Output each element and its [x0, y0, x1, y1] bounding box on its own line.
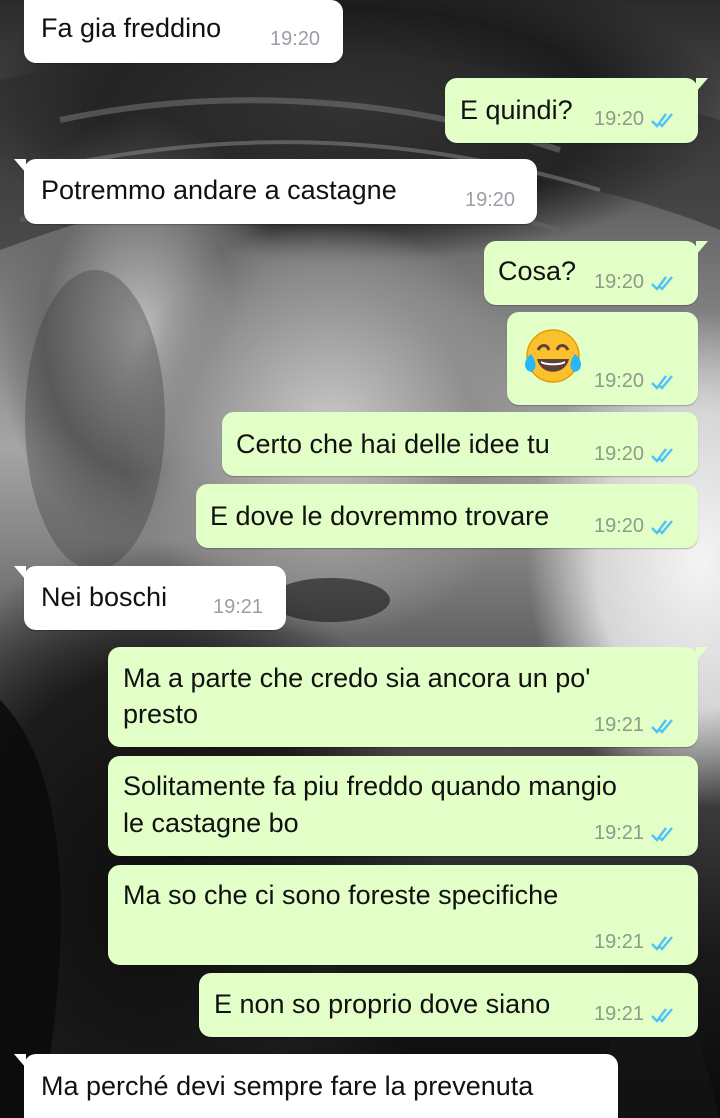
bubble-tail — [696, 647, 708, 661]
bubble-tail — [14, 159, 26, 173]
message-meta: 19:20 — [594, 515, 676, 538]
double-check-icon — [651, 447, 673, 463]
message-text: E dove le dovremmo trovare — [210, 501, 550, 531]
double-check-icon — [651, 112, 673, 128]
message-bubble-outgoing[interactable]: E dove le dovremmo trovare 19:20 — [196, 484, 698, 548]
message-meta: 19:20 — [594, 370, 676, 393]
message-timestamp: 19:21 — [594, 1003, 645, 1025]
face-with-tears-of-joy-icon — [525, 329, 581, 383]
message-meta: 19:20 — [594, 443, 676, 466]
message-meta: 19:21 — [594, 931, 676, 954]
message-text: Ma perché devi sempre fare la prevenuta — [41, 1071, 534, 1101]
message-bubble-outgoing[interactable]: Ma a parte che credo sia ancora un po' p… — [108, 647, 708, 747]
message-bubble-outgoing[interactable]: Cosa? 19:20 — [484, 241, 708, 305]
double-check-icon — [651, 718, 673, 734]
message-text: Potremmo andare a castagne — [41, 175, 397, 205]
message-text: E quindi? — [460, 95, 573, 125]
message-bubble-outgoing[interactable]: E quindi? 19:20 — [445, 78, 708, 143]
message-text-line-2: le castagne bo — [123, 808, 299, 838]
message-text: Nei boschi — [41, 582, 168, 612]
message-bubble-outgoing[interactable]: 19:20 — [507, 312, 698, 405]
double-check-icon — [651, 275, 673, 291]
message-text: Certo che hai delle idee tu — [236, 429, 550, 459]
message-meta: 19:21 — [594, 714, 676, 737]
message-bubble-incoming[interactable]: Fa gia freddino 19:20 — [24, 0, 343, 63]
message-bubble-outgoing[interactable]: Ma so che ci sono foreste specifiche 19:… — [108, 865, 698, 965]
double-check-icon — [651, 519, 673, 535]
message-text: Ma so che ci sono foreste specifiche — [123, 880, 559, 910]
message-meta: 19:21 — [594, 1003, 676, 1026]
message-text: Cosa? — [498, 256, 577, 286]
message-timestamp: 19:21 — [213, 596, 264, 618]
message-text: E non so proprio dove siano — [214, 989, 551, 1019]
bubble-tail — [14, 1054, 26, 1068]
message-timestamp: 19:20 — [465, 189, 516, 211]
message-timestamp: 19:20 — [594, 370, 645, 392]
message-meta: 19:20 — [594, 108, 676, 131]
bubble-tail — [696, 241, 708, 255]
message-bubble-outgoing[interactable]: Certo che hai delle idee tu 19:20 — [222, 412, 698, 476]
message-meta: 19:20 — [594, 271, 676, 294]
message-text-line-1: Solitamente fa piu freddo quando mangio — [123, 771, 617, 801]
message-timestamp: 19:20 — [594, 108, 645, 130]
double-check-icon — [651, 1007, 673, 1023]
message-timestamp: 19:21 — [594, 714, 645, 736]
message-text: Fa gia freddino — [41, 13, 222, 43]
message-timestamp: 19:20 — [594, 515, 645, 537]
message-bubble-outgoing[interactable]: Solitamente fa piu freddo quando mangio … — [108, 756, 698, 856]
message-timestamp: 19:20 — [270, 28, 321, 50]
message-meta: 19:21 — [594, 822, 676, 845]
message-text-line-1: Ma a parte che credo sia ancora un po' — [123, 663, 591, 693]
message-timestamp: 19:21 — [594, 822, 645, 844]
message-timestamp: 19:20 — [594, 271, 645, 293]
message-text-line-2: presto — [123, 699, 199, 729]
bubble-tail — [14, 566, 26, 580]
double-check-icon — [651, 374, 673, 390]
message-timestamp: 19:21 — [594, 931, 645, 953]
message-bubble-outgoing[interactable]: E non so proprio dove siano 19:21 — [199, 973, 698, 1037]
double-check-icon — [651, 935, 673, 951]
bubble-tail — [696, 78, 708, 92]
message-bubble-incoming[interactable]: Potremmo andare a castagne 19:20 — [14, 159, 537, 224]
message-bubble-incoming[interactable]: Ma perché devi sempre fare la prevenuta — [14, 1054, 618, 1118]
message-timestamp: 19:20 — [594, 443, 645, 465]
message-bubble-incoming[interactable]: Nei boschi 19:21 — [14, 566, 286, 630]
double-check-icon — [651, 826, 673, 842]
